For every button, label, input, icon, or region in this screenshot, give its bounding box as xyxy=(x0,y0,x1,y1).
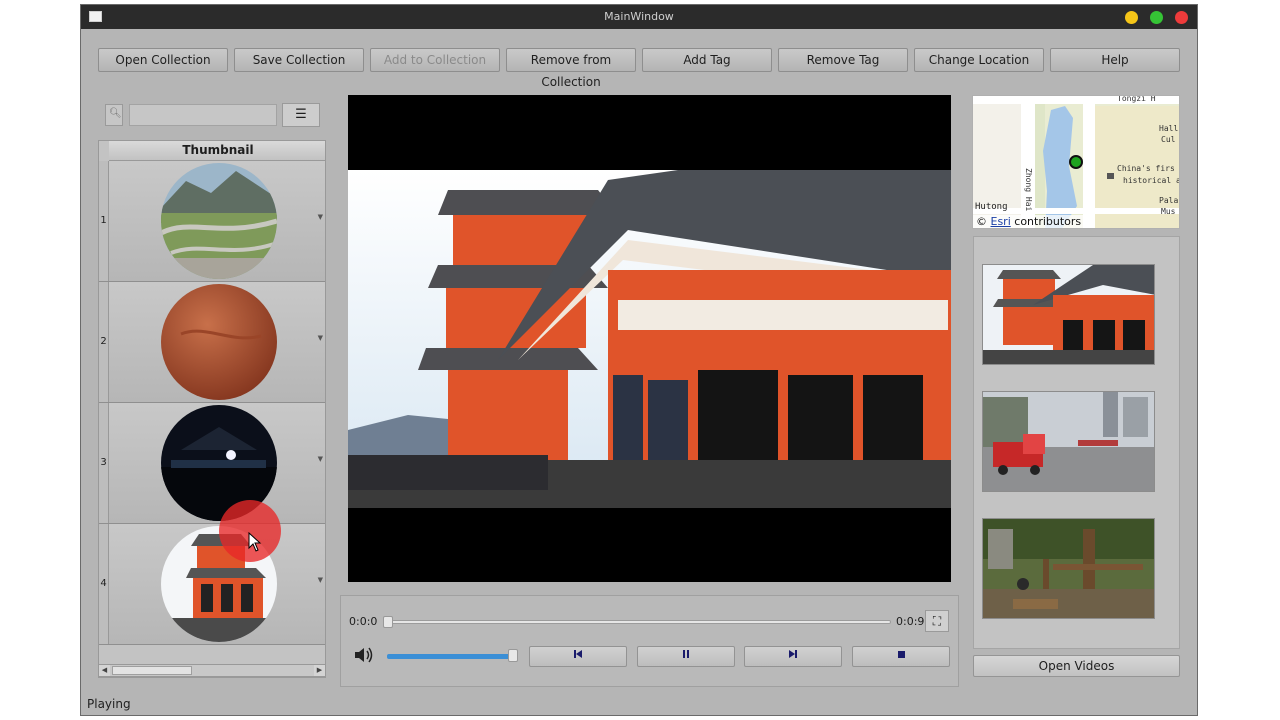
location-map[interactable]: Tongzi H Hall Cul Zhong Hai China's firs… xyxy=(972,95,1180,229)
table-row[interactable]: 2 ▼ xyxy=(99,282,325,403)
map-label-pala: Pala xyxy=(1159,196,1179,205)
thumbnail-column-header[interactable]: Thumbnail xyxy=(109,141,325,161)
map-label-mus: Mus xyxy=(1161,207,1176,216)
add-to-collection-button[interactable]: Add to Collection xyxy=(370,48,500,72)
add-tag-button[interactable]: Add Tag xyxy=(642,48,772,72)
esri-link[interactable]: Esri xyxy=(991,215,1011,228)
next-button[interactable] xyxy=(744,646,842,667)
seek-slider[interactable] xyxy=(383,616,891,628)
fullscreen-icon: ⛶ xyxy=(932,614,942,628)
player-controls: 0:0:0 0:0:9 ⛶ xyxy=(340,595,959,687)
chevron-down-icon: ▼ xyxy=(317,213,323,221)
row-number: 2 xyxy=(99,282,109,402)
thumbnail-mountain-road[interactable] xyxy=(161,163,277,279)
mouse-cursor-icon xyxy=(248,532,262,552)
row-number: 3 xyxy=(99,403,109,523)
video-display[interactable] xyxy=(348,95,951,582)
scrollbar-thumb[interactable] xyxy=(112,666,192,675)
close-button[interactable] xyxy=(1175,11,1188,24)
volume-icon[interactable] xyxy=(353,645,375,665)
minimize-button[interactable] xyxy=(1125,11,1138,24)
fullscreen-button[interactable]: ⛶ xyxy=(925,610,949,632)
pause-button[interactable] xyxy=(637,646,735,667)
main-window: MainWindow Open Collection Save Collecti… xyxy=(80,4,1198,716)
thumbnail-cell[interactable]: ▼ xyxy=(109,282,325,402)
table-row[interactable]: 3 ▼ xyxy=(99,403,325,524)
menu-button[interactable]: ☰ xyxy=(282,103,320,127)
volume-slider[interactable] xyxy=(387,649,518,662)
click-indicator xyxy=(219,500,281,562)
chevron-down-icon: ▼ xyxy=(317,576,323,584)
thumbnail-cell[interactable]: ▼ xyxy=(109,161,325,281)
chevron-down-icon: ▼ xyxy=(317,334,323,342)
remove-from-collection-button[interactable]: Remove from Collection xyxy=(506,48,636,89)
menu-icon: ☰ xyxy=(295,107,307,122)
skip-previous-icon xyxy=(574,650,582,658)
gallery-video-pagoda[interactable] xyxy=(982,264,1155,365)
open-videos-button[interactable]: Open Videos xyxy=(973,655,1180,677)
map-label-cul: Cul xyxy=(1161,135,1176,144)
map-label-zhong-hai: Zhong Hai xyxy=(1024,168,1033,212)
search-button[interactable]: 🔍︎ xyxy=(105,104,123,126)
current-time: 0:0:0 xyxy=(349,615,378,628)
seek-slider-handle[interactable] xyxy=(383,616,393,628)
map-label-hall: Hall xyxy=(1159,124,1179,133)
remove-tag-button[interactable]: Remove Tag xyxy=(778,48,908,72)
table-row[interactable]: 1 ▼ xyxy=(99,161,325,282)
thumbnail-cell[interactable]: ▼ xyxy=(109,403,325,523)
window-title: MainWindow xyxy=(604,10,674,23)
video-gallery xyxy=(973,236,1180,649)
map-label-tongzi: Tongzi H xyxy=(1117,95,1156,103)
map-label-historical: historical a xyxy=(1123,176,1180,185)
stop-icon xyxy=(898,651,905,658)
thumbnail-cell[interactable]: ▼ xyxy=(109,524,325,644)
scroll-right-icon[interactable]: ▶ xyxy=(314,665,325,676)
open-collection-button[interactable]: Open Collection xyxy=(98,48,228,72)
map-label-hutong: Hutong xyxy=(975,202,1008,212)
row-number: 4 xyxy=(99,524,109,644)
map-attribution: © Esri contributors xyxy=(973,215,1085,228)
title-bar: MainWindow xyxy=(81,5,1197,29)
pause-icon xyxy=(683,650,689,658)
gallery-video-street[interactable] xyxy=(982,391,1155,492)
stop-button[interactable] xyxy=(852,646,950,667)
map-label-china-first: China's firs xyxy=(1117,164,1175,173)
total-time: 0:0:9 xyxy=(896,615,925,628)
previous-button[interactable] xyxy=(529,646,627,667)
video-frame-pagoda xyxy=(348,170,951,508)
gallery-video-zoo[interactable] xyxy=(982,518,1155,619)
skip-next-icon xyxy=(789,650,797,658)
thumbnail-horizontal-scrollbar[interactable]: ◀ ▶ xyxy=(98,664,326,677)
table-row[interactable]: 4 ▼ xyxy=(99,524,325,645)
scroll-left-icon[interactable]: ◀ xyxy=(99,665,110,676)
search-icon: 🔍︎ xyxy=(109,108,122,119)
volume-slider-handle[interactable] xyxy=(508,649,518,662)
status-text: Playing xyxy=(87,697,131,711)
save-collection-button[interactable]: Save Collection xyxy=(234,48,364,72)
search-input[interactable] xyxy=(129,104,277,126)
thumbnail-red-closeup[interactable] xyxy=(161,284,277,400)
change-location-button[interactable]: Change Location xyxy=(914,48,1044,72)
help-button[interactable]: Help xyxy=(1050,48,1180,72)
maximize-button[interactable] xyxy=(1150,11,1163,24)
chevron-down-icon: ▼ xyxy=(317,455,323,463)
row-number: 1 xyxy=(99,161,109,281)
thumbnail-table[interactable]: Thumbnail 1 ▼ 2 ▼ 3 ▼ 4 ▼ xyxy=(98,140,326,678)
